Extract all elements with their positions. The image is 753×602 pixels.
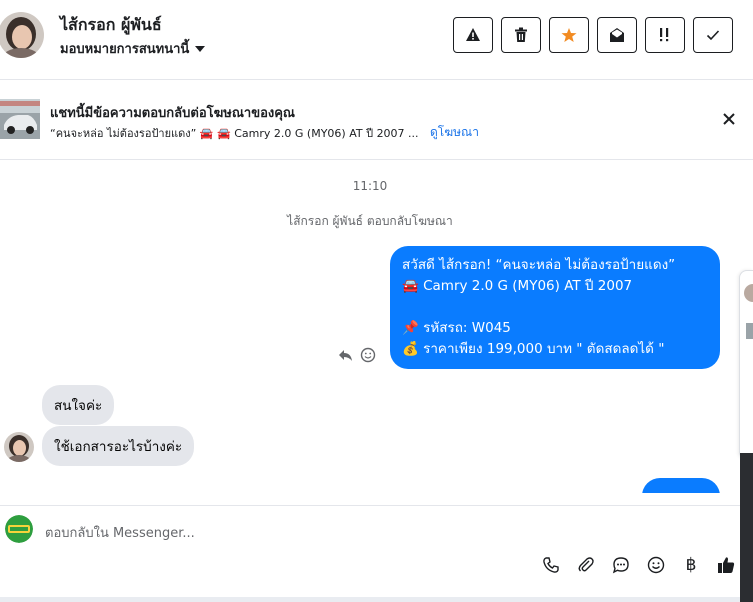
incoming-message[interactable]: สนใจค่ะ bbox=[42, 385, 115, 425]
follow-up-button[interactable] bbox=[645, 17, 685, 53]
close-icon bbox=[723, 113, 735, 125]
composer-toolbar: ฿ bbox=[540, 554, 737, 576]
sender-avatar[interactable] bbox=[4, 432, 34, 462]
warning-icon bbox=[466, 28, 480, 41]
background-window-edge bbox=[740, 453, 753, 602]
ad-reply-note: ไส้กรอก ผู้พันธ์ ตอบกลับโฆษณา bbox=[287, 214, 453, 228]
mark-done-button[interactable] bbox=[693, 17, 733, 53]
contact-name[interactable]: ไส้กรอก ผู้พันธ์ bbox=[60, 13, 162, 38]
priority-icon bbox=[660, 28, 669, 42]
thumbnail-icon bbox=[746, 323, 753, 339]
side-panel-edge[interactable] bbox=[739, 270, 753, 460]
payment-button[interactable]: ฿ bbox=[680, 554, 702, 576]
outgoing-line: 🚘 Camry 2.0 G (MY06) AT ปี 2007 bbox=[402, 278, 633, 294]
message-actions bbox=[338, 347, 376, 363]
close-banner-button[interactable] bbox=[720, 110, 738, 128]
incoming-message[interactable]: ใช้เอกสารอะไรบ้างค่ะ bbox=[42, 426, 195, 466]
caret-down-icon bbox=[195, 45, 206, 52]
check-icon bbox=[706, 30, 720, 41]
ad-banner-title: แชทนี้มีข้อความตอบกลับต่อโฆษณาของคุณ bbox=[50, 106, 295, 121]
react-smiley-icon[interactable] bbox=[360, 347, 376, 363]
contact-avatar[interactable] bbox=[0, 12, 44, 58]
outgoing-line: 💰 ราคาเพียง 199,000 บาท " ตัดสดลดได้ " bbox=[402, 341, 665, 357]
ad-thumbnail[interactable] bbox=[0, 99, 40, 139]
delete-button[interactable] bbox=[501, 17, 541, 53]
baht-icon: ฿ bbox=[685, 555, 697, 575]
avatar-icon bbox=[744, 284, 753, 302]
conversation-header: ไส้กรอก ผู้พันธ์ มอบหมายการสนทนานี้ bbox=[0, 0, 753, 80]
outgoing-line: สวัสดี ไส้กรอก! “คนจะหล่อ ไม่ต้องรอป้ายแ… bbox=[402, 257, 676, 273]
assign-label: มอบหมายการสนทนานี้ bbox=[60, 42, 190, 57]
outgoing-message-partial[interactable] bbox=[642, 478, 720, 493]
saved-replies-button[interactable] bbox=[610, 554, 632, 576]
message-composer: ตอบกลับใน Messenger... ฿ bbox=[0, 505, 740, 587]
mark-unread-button[interactable] bbox=[597, 17, 637, 53]
call-button[interactable] bbox=[540, 554, 562, 576]
outgoing-message[interactable]: สวัสดี ไส้กรอก! “คนจะหล่อ ไม่ต้องรอป้ายแ… bbox=[390, 246, 720, 369]
page-avatar bbox=[5, 515, 33, 543]
ad-banner-subtitle: “คนจะหล่อ ไม่ต้องรอป้ายแดง” 🚘 🚘 Camry 2.… bbox=[50, 127, 419, 140]
header-actions bbox=[453, 17, 733, 53]
report-spam-button[interactable] bbox=[453, 17, 493, 53]
thumbs-up-icon bbox=[718, 557, 735, 573]
ad-reply-banner: แชทนี้มีข้อความตอบกลับต่อโฆษณาของคุณ “คน… bbox=[0, 80, 753, 160]
smiley-icon bbox=[647, 556, 665, 574]
message-timestamp: 11:10 bbox=[352, 179, 388, 193]
paperclip-icon bbox=[578, 557, 594, 572]
trash-icon bbox=[515, 27, 527, 42]
bottom-bar bbox=[0, 597, 740, 602]
like-button[interactable] bbox=[715, 554, 737, 576]
reply-input[interactable]: ตอบกลับใน Messenger... bbox=[45, 522, 195, 543]
attach-button[interactable] bbox=[575, 554, 597, 576]
message-thread[interactable]: 11:10 ไส้กรอก ผู้พันธ์ ตอบกลับโฆษณา สวัส… bbox=[0, 161, 740, 493]
envelope-open-icon bbox=[610, 28, 624, 42]
assign-conversation-dropdown[interactable]: มอบหมายการสนทนานี้ bbox=[60, 38, 206, 59]
emoji-button[interactable] bbox=[645, 554, 667, 576]
reply-icon[interactable] bbox=[338, 347, 354, 363]
outgoing-line: 📌 รหัสรถ: W045 bbox=[402, 320, 511, 336]
chat-bubble-icon bbox=[612, 557, 629, 574]
star-icon bbox=[561, 28, 577, 42]
star-button[interactable] bbox=[549, 17, 589, 53]
phone-icon bbox=[543, 557, 559, 573]
view-ad-link[interactable]: ดูโฆษณา bbox=[430, 123, 479, 142]
